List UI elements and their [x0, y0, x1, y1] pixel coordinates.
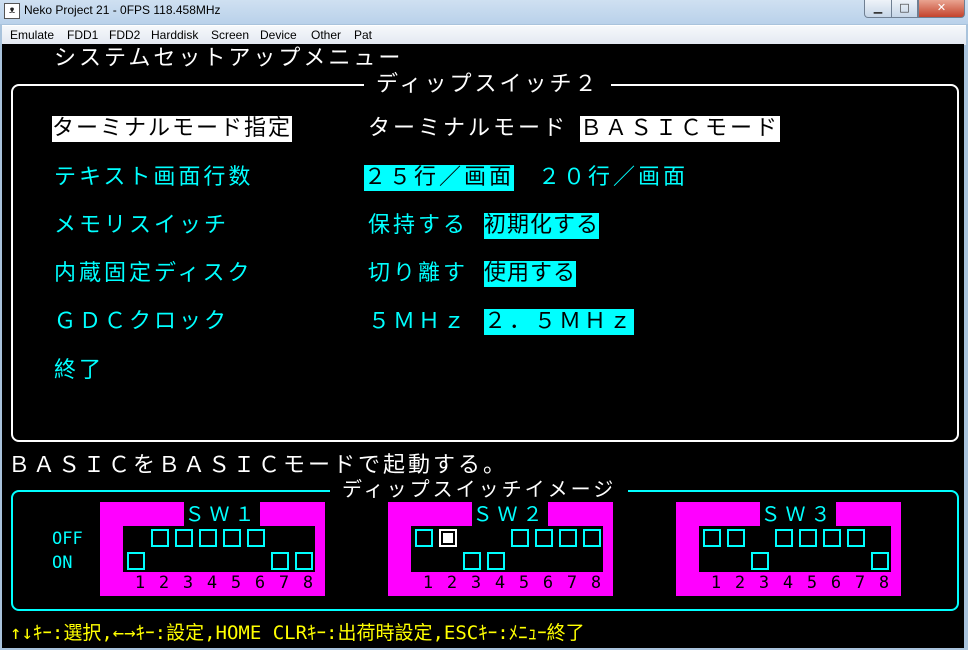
menu-fdd2[interactable]: FDD2 [109, 28, 140, 42]
switch-number: 5 [518, 573, 530, 593]
menu-harddisk[interactable]: Harddisk [151, 28, 198, 42]
switch-toggle-1[interactable] [703, 529, 721, 547]
switch-number: 2 [734, 573, 746, 593]
switch-slots [411, 526, 603, 572]
option-initialize[interactable]: 初期化する [484, 213, 600, 239]
switch-number: 7 [854, 573, 866, 593]
exit-item[interactable]: 終了 [54, 358, 104, 384]
option-basic-mode[interactable]: ＢＡＳＩＣモード [580, 116, 781, 142]
switch-toggle-1[interactable] [127, 552, 145, 570]
switch-slots [699, 526, 891, 572]
setting-memory-switch-label[interactable]: メモリスイッチ [54, 213, 229, 239]
switch-number: 3 [470, 573, 482, 593]
switch-toggle-2[interactable] [439, 529, 457, 547]
switch-number: 6 [542, 573, 554, 593]
switch-number: 3 [758, 573, 770, 593]
switch-toggle-7[interactable] [559, 529, 577, 547]
setting-internal-disk-label[interactable]: 内蔵固定ディスク [54, 261, 252, 287]
option-25-rows[interactable]: ２５行／画面 [364, 165, 515, 191]
window-title: Neko Project 21 - 0FPS 118.458MHz [24, 3, 221, 17]
option-5mhz[interactable]: ５ＭＨｚ [368, 309, 468, 335]
cat-app-icon[interactable]: ᴥ [4, 3, 20, 19]
switch-toggle-4[interactable] [199, 529, 217, 547]
switch-number: 2 [446, 573, 458, 593]
switch-toggle-6[interactable] [535, 529, 553, 547]
switch-number: 7 [566, 573, 578, 593]
option-keep[interactable]: 保持する [368, 213, 468, 239]
switch-toggle-5[interactable] [511, 529, 529, 547]
minimize-button[interactable]: ▁ [864, 0, 892, 18]
close-button[interactable]: ✕ [918, 0, 965, 18]
switch-numbers: 12345678 [416, 573, 606, 593]
switch-toggle-7[interactable] [271, 552, 289, 570]
menu-bar: Emulate FDD1 FDD2 Harddisk Screen Device… [2, 25, 966, 45]
switch-number: 8 [302, 573, 314, 593]
option-use[interactable]: 使用する [484, 261, 577, 287]
switch-toggle-4[interactable] [487, 552, 505, 570]
switch-name: ＳＷ１ [184, 502, 260, 526]
switch-toggle-7[interactable] [847, 529, 865, 547]
switch-name: ＳＷ３ [760, 502, 836, 526]
dip-switch-image-title: ディップスイッチイメージ [330, 476, 629, 502]
setting-text-rows-label[interactable]: テキスト画面行数 [54, 165, 253, 191]
setup-menu-heading: システムセットアップメニュー [54, 46, 404, 71]
off-label: OFF [52, 529, 83, 549]
menu-other[interactable]: Other [311, 28, 341, 42]
switch-number: 1 [710, 573, 722, 593]
menu-fdd1[interactable]: FDD1 [67, 28, 98, 42]
option-20-rows[interactable]: ２０行／画面 [538, 165, 688, 191]
switch-toggle-2[interactable] [727, 529, 745, 547]
switch-number: 5 [230, 573, 242, 593]
switch-toggle-4[interactable] [775, 529, 793, 547]
switch-toggle-1[interactable] [415, 529, 433, 547]
emulator-screen[interactable]: システムセットアップメニュー ディップスイッチ２ ターミナルモード指定 ターミナ… [2, 44, 964, 648]
switch-number: 7 [278, 573, 290, 593]
switch-number: 4 [782, 573, 794, 593]
switch-toggle-8[interactable] [295, 552, 313, 570]
switch-number: 4 [206, 573, 218, 593]
dip-switch-panel-title: ディップスイッチ２ [364, 72, 612, 98]
dip-switch-3: ＳＷ３ 12345678 [676, 502, 901, 596]
option-detach[interactable]: 切り離す [368, 261, 468, 287]
switch-slots [123, 526, 315, 572]
title-bar: ᴥ Neko Project 21 - 0FPS 118.458MHz ▁ □ … [0, 0, 968, 24]
switch-number: 1 [134, 573, 146, 593]
switch-numbers: 12345678 [128, 573, 318, 593]
switch-number: 2 [158, 573, 170, 593]
setting-gdc-clock-label[interactable]: ＧＤＣクロック [54, 309, 229, 335]
switch-toggle-8[interactable] [583, 529, 601, 547]
switch-toggle-6[interactable] [247, 529, 265, 547]
option-2-5mhz[interactable]: ２．５ＭＨｚ [484, 309, 635, 335]
switch-number: 8 [878, 573, 890, 593]
switch-number: 3 [182, 573, 194, 593]
switch-number: 6 [830, 573, 842, 593]
on-label: ON [52, 553, 73, 573]
switch-toggle-3[interactable] [175, 529, 193, 547]
switch-toggle-3[interactable] [751, 552, 769, 570]
switch-number: 6 [254, 573, 266, 593]
maximize-button[interactable]: □ [891, 0, 918, 18]
option-terminal-mode[interactable]: ターミナルモード [368, 116, 568, 142]
menu-screen[interactable]: Screen [211, 28, 249, 42]
dip-switch-1: ＳＷ１ 12345678 [100, 502, 325, 596]
switch-number: 8 [590, 573, 602, 593]
setting-terminal-mode-label[interactable]: ターミナルモード指定 [52, 116, 293, 142]
menu-device[interactable]: Device [260, 28, 297, 42]
dip-switch-2: ＳＷ２ 12345678 [388, 502, 613, 596]
switch-toggle-2[interactable] [151, 529, 169, 547]
switch-number: 1 [422, 573, 434, 593]
switch-number: 4 [494, 573, 506, 593]
menu-pat[interactable]: Pat [354, 28, 372, 42]
key-help-text: ↑↓ｷｰ:選択,←→ｷｰ:設定,HOME CLRｷｰ:出荷時設定,ESCｷｰ:ﾒ… [10, 622, 585, 644]
switch-numbers: 12345678 [704, 573, 894, 593]
switch-name: ＳＷ２ [472, 502, 548, 526]
switch-toggle-5[interactable] [223, 529, 241, 547]
switch-number: 5 [806, 573, 818, 593]
switch-toggle-6[interactable] [823, 529, 841, 547]
switch-toggle-8[interactable] [871, 552, 889, 570]
switch-toggle-5[interactable] [799, 529, 817, 547]
menu-emulate[interactable]: Emulate [10, 28, 54, 42]
switch-toggle-3[interactable] [463, 552, 481, 570]
